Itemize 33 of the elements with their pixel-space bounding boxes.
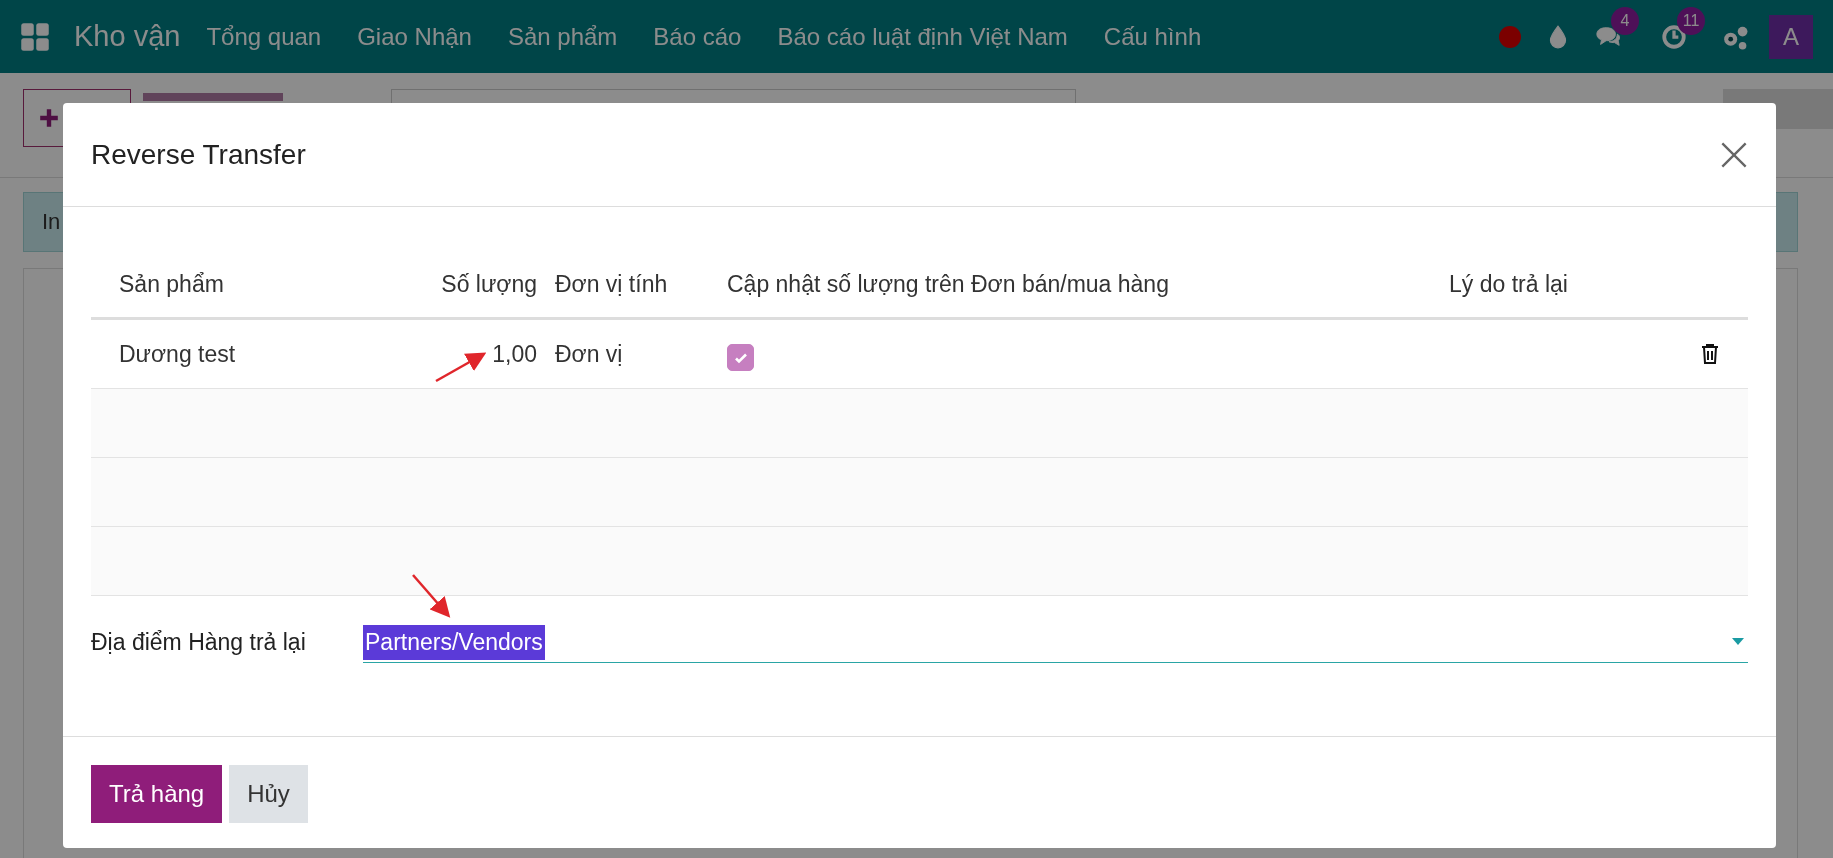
annotation-arrow xyxy=(412,574,451,618)
apps-menu-icon[interactable] xyxy=(20,21,50,52)
column-header: Sản phẩm xyxy=(118,270,225,298)
column-header: Cập nhật số lượng trên Đơn bán/mua hàng xyxy=(727,270,1170,298)
notification-badge: 4 xyxy=(1611,6,1639,35)
location-dropdown-field[interactable]: Partners/Vendors xyxy=(363,622,1748,663)
column-header: Số lượng xyxy=(440,270,537,298)
nav-menu-item[interactable]: Báo cáo luật định Việt Nam xyxy=(777,22,1068,51)
table-cell-text: Dương test xyxy=(118,340,237,368)
table-cell: 1,00 xyxy=(492,340,537,367)
annotation-arrow xyxy=(435,352,487,383)
dialog-title: Reverse Transfer xyxy=(91,138,307,171)
column-header: Lý do trả lại xyxy=(1449,270,1569,298)
nav-menu-item[interactable]: Tổng quan xyxy=(206,22,322,51)
record-dot-icon[interactable] xyxy=(1499,25,1521,48)
plus-icon xyxy=(38,107,60,129)
column-header: Đơn vị tính xyxy=(554,270,669,298)
nav-menu-item[interactable]: Sản phẩm xyxy=(507,22,618,51)
return-button[interactable]: Trả hàng xyxy=(91,765,223,823)
app-name: Kho vận xyxy=(74,20,181,53)
banner-text: In xyxy=(42,209,61,235)
field-label: Địa điểm Hàng trả lại xyxy=(91,629,307,656)
cancel-button[interactable]: Hủy xyxy=(229,765,308,823)
caret-icon xyxy=(1732,638,1744,646)
notification-badge: 11 xyxy=(1677,6,1705,35)
nav-menu-item[interactable]: Cấu hình xyxy=(1103,22,1202,51)
nav-menu-item[interactable]: Giao Nhận xyxy=(357,22,472,51)
nav-menu-item[interactable]: Báo cáo xyxy=(653,22,742,51)
checkbox[interactable] xyxy=(727,344,754,372)
table-cell-text: Đơn vị xyxy=(554,340,624,368)
close-icon[interactable] xyxy=(1720,140,1748,169)
trash-icon[interactable] xyxy=(1700,343,1720,365)
user-avatar[interactable]: A xyxy=(1769,14,1813,59)
